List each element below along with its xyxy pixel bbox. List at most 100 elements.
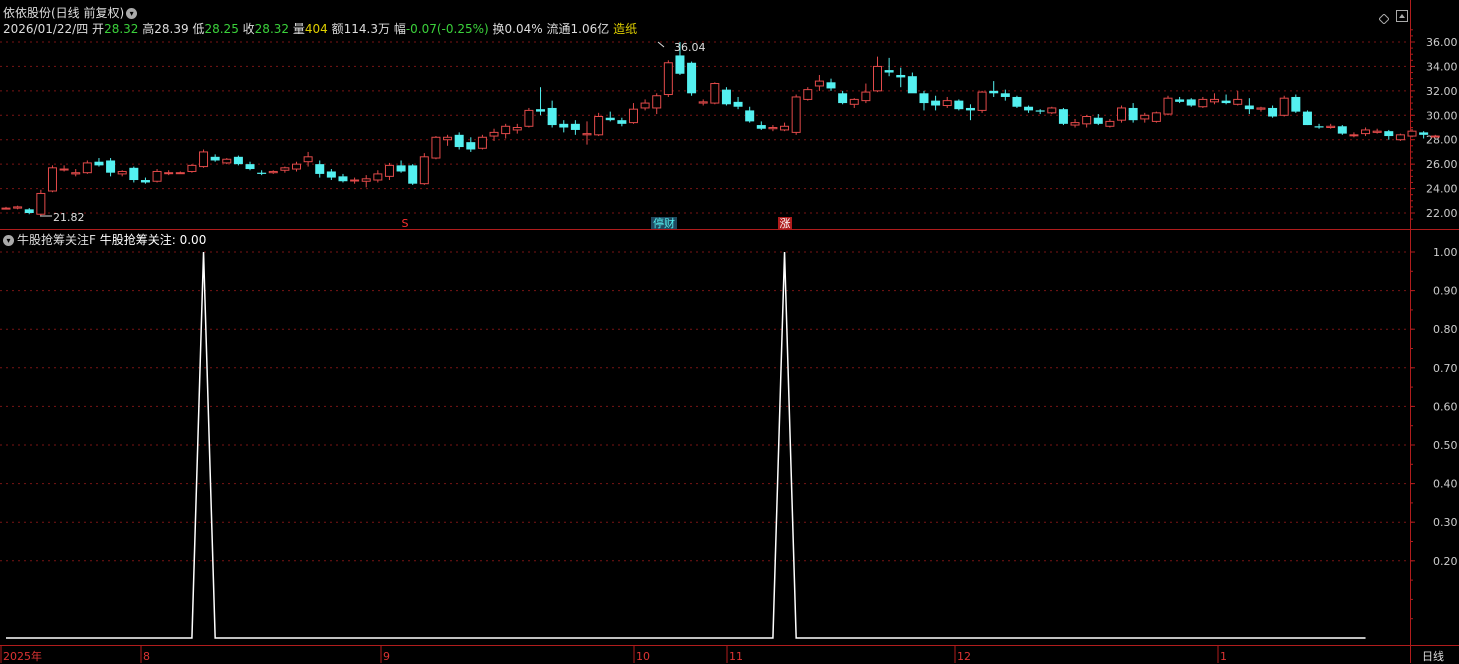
candle-body	[1163, 97, 1173, 115]
candle-body	[1233, 98, 1243, 105]
high-annotation: 36.04	[674, 41, 706, 54]
candle-body	[303, 156, 313, 163]
candle-body	[512, 127, 522, 131]
candle	[931, 95, 941, 111]
candle	[803, 87, 813, 101]
candle-body	[292, 163, 301, 170]
candle-body	[1175, 99, 1185, 102]
candle-body	[1291, 96, 1301, 112]
indicator-tick-label: 0.20	[1433, 555, 1458, 568]
candle	[1186, 98, 1196, 107]
candle-body	[791, 96, 801, 133]
candle	[477, 134, 487, 150]
candle-body	[663, 62, 673, 96]
candle	[536, 87, 546, 116]
candle	[106, 158, 116, 177]
candle	[977, 90, 987, 113]
candle	[1012, 95, 1022, 108]
candle-body	[1361, 129, 1371, 135]
candle-body	[570, 123, 580, 130]
price-tick-label: 28.00	[1426, 134, 1458, 147]
candle-body	[803, 89, 813, 100]
candle	[1279, 95, 1289, 117]
candle-body	[175, 172, 185, 175]
candle-body	[350, 179, 360, 182]
candle	[570, 120, 580, 135]
candle	[315, 160, 325, 178]
candle-body	[1302, 111, 1312, 126]
candle	[547, 100, 557, 128]
candle	[245, 161, 255, 171]
candle	[594, 112, 604, 137]
period-label[interactable]: 日线	[1422, 648, 1444, 664]
indicator-axis-ticks: 1.00 0.90 0.80 0.70 0.60 0.50 0.40 0.30 0.20	[1410, 246, 1458, 620]
candle-body	[1, 207, 11, 210]
candle	[1140, 112, 1150, 123]
indicator-tick-label: 1.00	[1433, 246, 1458, 259]
candle	[698, 99, 708, 106]
candle	[873, 56, 882, 93]
candle-body	[245, 164, 255, 170]
candle	[280, 166, 290, 173]
candle-body	[594, 116, 604, 136]
candle-body	[94, 161, 104, 166]
candle	[47, 165, 57, 193]
candle-body	[257, 172, 267, 174]
candle	[884, 57, 894, 77]
candle-body	[745, 110, 755, 122]
candle	[454, 132, 464, 150]
candle	[896, 67, 906, 88]
candle-body	[1047, 107, 1057, 114]
time-tick-label: 12	[957, 650, 971, 663]
candle	[82, 160, 92, 174]
candle	[1, 206, 11, 210]
time-tick-label: 1	[1220, 650, 1227, 663]
candle-body	[140, 180, 150, 183]
candle	[326, 169, 336, 181]
candle-body	[1349, 134, 1359, 137]
candle	[1058, 107, 1068, 126]
candle	[1128, 103, 1138, 123]
candle	[849, 98, 859, 108]
candle-body	[454, 134, 464, 148]
price-tick-label: 30.00	[1426, 109, 1458, 122]
candle	[59, 165, 69, 172]
candle	[954, 99, 964, 111]
candle-body	[780, 125, 790, 131]
candle-body	[1105, 120, 1115, 127]
candle	[745, 106, 755, 123]
candle-body	[1384, 131, 1394, 137]
candle-body	[965, 107, 975, 111]
candle-body	[1209, 98, 1219, 103]
candle	[768, 125, 778, 132]
candle	[71, 169, 81, 177]
price-tick-label: 22.00	[1426, 207, 1458, 220]
candle	[24, 208, 34, 215]
candle-body	[47, 167, 57, 192]
candle	[175, 171, 185, 175]
candle-body	[24, 209, 34, 213]
candle-body	[1221, 100, 1231, 104]
candle-body	[71, 172, 81, 175]
candle	[582, 121, 592, 145]
candle-body	[1082, 116, 1092, 125]
candle	[1047, 106, 1057, 115]
event-marker: 停财	[651, 216, 677, 230]
candle-body	[82, 162, 92, 174]
candle	[466, 137, 476, 152]
candle-body	[768, 127, 778, 130]
event-marker-label: S	[402, 217, 409, 230]
candle-body	[222, 158, 232, 164]
candle-body	[849, 98, 859, 105]
indicator-tick-label: 0.70	[1433, 362, 1458, 375]
price-tick-label: 32.00	[1426, 85, 1458, 98]
price-axis-ticks: 36.00 34.00 32.00 30.00 28.00 26.00 24.00 22.00	[1410, 29, 1458, 220]
chart-canvas[interactable]: 36.00 34.00 32.00 30.00 28.00 26.00 24.00 22.00…	[0, 0, 1459, 663]
candle	[338, 173, 348, 183]
indicator-tick-label: 0.50	[1433, 439, 1458, 452]
candle	[687, 61, 697, 96]
candle	[1395, 133, 1405, 141]
indicator-tick-label: 0.30	[1433, 516, 1458, 529]
candle	[233, 155, 243, 166]
candle-body	[489, 131, 499, 137]
